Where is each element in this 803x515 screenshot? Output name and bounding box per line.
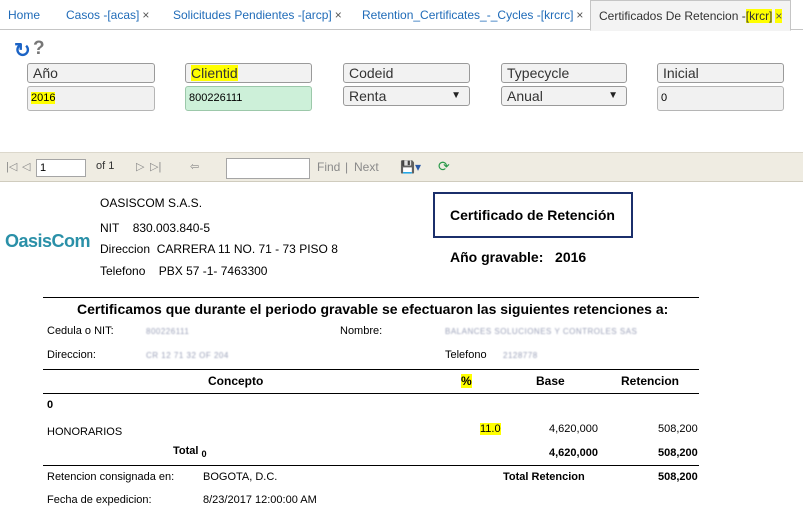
total-retencion: 508,200	[658, 447, 698, 459]
tab-label: Casos -[acas]	[66, 8, 140, 22]
first-page-icon[interactable]: |◁	[6, 160, 17, 173]
company-name: OASISCOM S.A.S.	[100, 196, 203, 210]
page-number-input[interactable]: 1	[36, 159, 86, 177]
telefono-value: 2128778	[503, 351, 538, 360]
find-separator: |	[345, 160, 349, 174]
dropdown-arrow-icon: ▼	[608, 90, 618, 101]
col-retencion: Retencion	[621, 374, 680, 388]
total-label: Total 0	[173, 445, 207, 459]
row-pct: 11.0	[480, 423, 501, 435]
divider	[43, 369, 699, 370]
divider	[43, 393, 699, 394]
export-save-icon[interactable]: 💾▾	[400, 160, 421, 174]
total-ret-value: 508,200	[658, 471, 698, 483]
tab-label: Home	[8, 8, 41, 22]
typecycle-label: Typecycle	[501, 63, 627, 83]
codeid-value: Renta	[349, 88, 387, 104]
tax-year-label: Año gravable:	[450, 249, 544, 265]
fecha-label: Fecha de expedicion:	[47, 494, 152, 506]
cedula-value: 800226111	[146, 327, 190, 336]
company-phone: Telefono PBX 57 -1- 7463300	[100, 264, 267, 278]
phone-value: PBX 57 -1- 7463300	[158, 264, 268, 278]
ano-field[interactable]: 2016	[27, 86, 155, 111]
tab-home[interactable]: Home	[8, 0, 40, 30]
nombre-value: BALANCES SOLUCIONES Y CONTROLES SAS	[445, 327, 638, 336]
certificate-title: Certificado de Retención	[433, 192, 633, 238]
tab-solicitudes[interactable]: Solicitudes Pendientes -[arcp] ×	[173, 0, 342, 30]
tax-year: Año gravable: 2016	[450, 249, 586, 265]
row-base: 4,620,000	[549, 423, 598, 435]
consignada-label: Retencion consignada en:	[47, 471, 175, 483]
total-text: Total	[173, 445, 199, 457]
total-ret-label: Total Retencion	[503, 471, 585, 483]
address-value: CARRERA 11 NO. 71 - 73 PISO 8	[156, 242, 338, 256]
typecycle-select[interactable]: Anual ▼	[501, 86, 627, 106]
clientid-label-text: Clientid	[191, 65, 238, 81]
total-base: 4,620,000	[549, 447, 598, 459]
ano-label: Año	[27, 63, 155, 83]
tab-bar: Home Casos -[acas] × Solicitudes Pendient…	[0, 0, 803, 31]
find-input[interactable]	[226, 158, 310, 179]
tab-retention-cycles[interactable]: Retention_Certificates_-_Cycles -[krcrc]…	[362, 0, 583, 30]
refresh-report-icon[interactable]: ⟳	[438, 158, 450, 175]
fecha-value: 8/23/2017 12:00:00 AM	[203, 494, 317, 506]
row-concepto: HONORARIOS	[47, 426, 123, 438]
address-label: Direccion	[100, 242, 151, 256]
tab-certificados[interactable]: Certificados De Retencion -[krcr] ×	[590, 0, 792, 31]
prev-page-icon[interactable]: ◁	[22, 160, 30, 173]
total-sub: 0	[201, 449, 207, 460]
row-retencion: 508,200	[658, 423, 698, 435]
company-address: Direccion CARRERA 11 NO. 71 - 73 PISO 8	[100, 242, 338, 256]
direccion-value: CR 12 71 32 OF 204	[146, 351, 229, 360]
help-icon[interactable]: ?	[33, 38, 45, 60]
tax-year-value: 2016	[555, 249, 587, 265]
tab-casos[interactable]: Casos -[acas] ×	[66, 0, 149, 30]
ano-value: 2016	[31, 92, 56, 104]
cedula-label: Cedula o NIT:	[47, 325, 114, 337]
next-link[interactable]: Next	[354, 160, 379, 174]
clientid-field[interactable]: 800226111	[185, 86, 312, 111]
find-link[interactable]: Find	[317, 160, 340, 174]
phone-label: Telefono	[100, 264, 146, 278]
tab-code: [krcr]	[745, 9, 773, 23]
inicial-label: Inicial	[657, 63, 784, 83]
close-icon[interactable]: ×	[142, 8, 149, 22]
nombre-label: Nombre:	[340, 325, 383, 337]
codeid-label: Codeid	[343, 63, 470, 83]
page-count: of 1	[96, 160, 115, 172]
close-icon[interactable]: ×	[775, 9, 783, 23]
close-icon[interactable]: ×	[576, 8, 583, 22]
close-icon[interactable]: ×	[335, 8, 342, 22]
tab-label: Retention_Certificates_-_Cycles -[krcrc]	[362, 8, 574, 22]
col-pct: %	[461, 374, 472, 388]
nit-value: 830.003.840-5	[132, 221, 211, 235]
back-icon[interactable]: ⇦	[190, 160, 199, 173]
divider	[43, 465, 699, 466]
direccion-label: Direccion:	[47, 349, 96, 361]
dropdown-arrow-icon: ▼	[451, 90, 461, 101]
inicial-field[interactable]: 0	[657, 86, 784, 111]
nit-label: NIT	[100, 221, 120, 235]
typecycle-value: Anual	[507, 88, 543, 104]
tab-label: Solicitudes Pendientes -[arcp]	[173, 8, 332, 22]
col-concepto: Concepto	[208, 374, 264, 388]
clientid-label: Clientid	[185, 63, 312, 83]
consignada-value: BOGOTA, D.C.	[203, 471, 278, 483]
col-base: Base	[536, 374, 565, 388]
codeid-select[interactable]: Renta ▼	[343, 86, 470, 106]
report-toolbar: |◁ ◁ 1 of 1 ▷ ▷| ⇦ Find | Next 💾▾ ⟳	[0, 152, 803, 182]
certificate-intro: Certificamos que durante el periodo grav…	[77, 301, 669, 317]
group-header: 0	[47, 399, 54, 411]
next-page-icon[interactable]: ▷	[136, 160, 144, 173]
company-nit: NIT 830.003.840-5	[100, 221, 210, 235]
divider	[43, 297, 699, 298]
last-page-icon[interactable]: ▷|	[150, 160, 161, 173]
oasiscom-logo: OasisCom	[5, 231, 91, 251]
telefono-label: Telefono	[445, 349, 487, 361]
refresh-icon[interactable]: ↻	[14, 38, 31, 63]
tab-label: Certificados De Retencion -	[599, 9, 746, 23]
